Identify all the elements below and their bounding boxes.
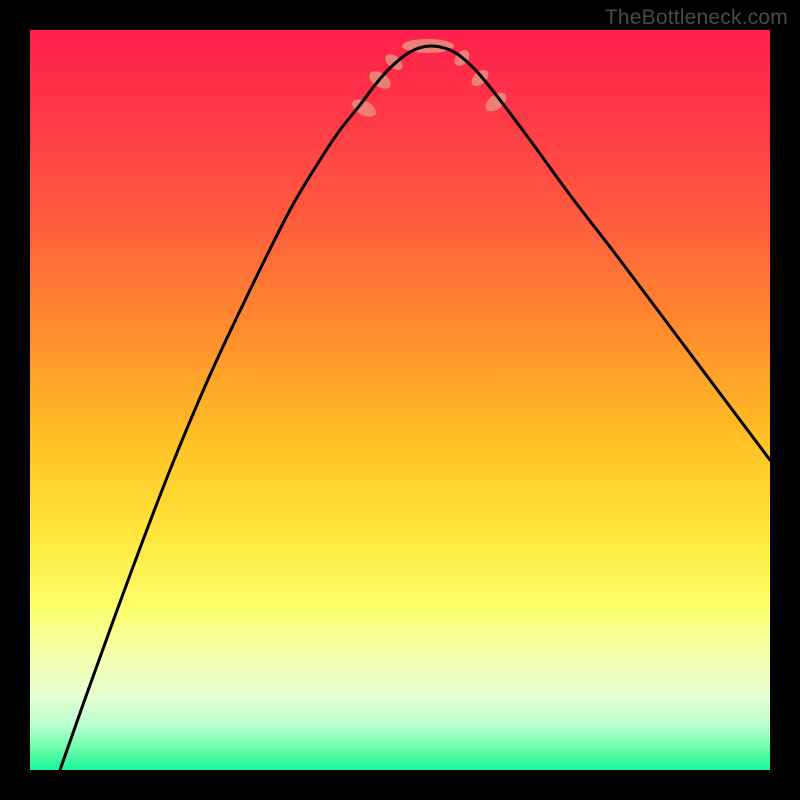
- left-marker-3: [382, 51, 405, 73]
- watermark-text: TheBottleneck.com: [605, 6, 788, 30]
- plot-area: [30, 30, 770, 770]
- chart-stage: TheBottleneck.com: [0, 0, 800, 800]
- chart-svg: [30, 30, 770, 770]
- bottleneck-curve: [60, 46, 770, 770]
